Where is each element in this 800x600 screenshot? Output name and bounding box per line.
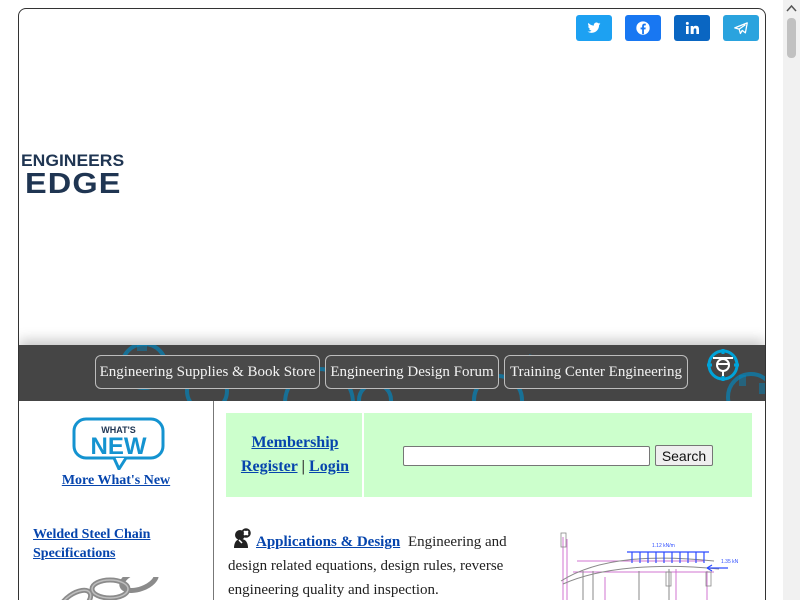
twitter-share-button[interactable] (576, 15, 612, 41)
scrollbar-thumb[interactable] (787, 18, 796, 58)
linkedin-share-button[interactable] (674, 15, 710, 41)
login-separator: | (301, 458, 306, 475)
whats-new-bottom-text: NEW (91, 433, 147, 460)
applications-design-section: Applications & Design Engineering and de… (228, 530, 534, 600)
nav-engineering-design-forum[interactable]: Engineering Design Forum (325, 355, 499, 389)
facebook-share-button[interactable] (625, 15, 661, 41)
nav-engineering-supplies-book-store[interactable]: Engineering Supplies & Book Store (95, 355, 320, 389)
nav-training-center-engineering[interactable]: Training Center Engineering (504, 355, 688, 389)
point-force-label: 1.35 kN (721, 559, 739, 565)
engineering-gear-badge-icon (707, 349, 739, 381)
search-input[interactable] (403, 445, 650, 466)
login-link[interactable]: Login (309, 458, 349, 475)
engineers-edge-logo[interactable]: ENGINEERS EDGE (21, 152, 159, 200)
welded-steel-chain-link[interactable]: Welded Steel Chain Specifications (33, 525, 183, 563)
steel-chain-image (56, 577, 159, 600)
page: ENGINEERS EDGE Engineering Supplies & Bo… (0, 0, 800, 600)
social-share-bar (576, 15, 759, 41)
membership-search-panel: Membership Register | Login Search (226, 413, 752, 497)
distributed-load-label: 1.12 kN/m (652, 543, 675, 549)
top-navigation: Engineering Supplies & Book Store Engine… (95, 355, 688, 389)
main-navigation-band: Engineering Supplies & Book Store Engine… (19, 345, 765, 401)
scroll-up-arrow-icon[interactable] (783, 0, 800, 17)
register-login-line: Register | Login (226, 458, 364, 476)
structural-load-diagram-image: 1.12 kN/m 1.35 kN (560, 532, 739, 600)
linkedin-icon (685, 21, 699, 34)
membership-link[interactable]: Membership (226, 434, 364, 452)
whats-new-badge-icon[interactable]: WHAT'S NEW (71, 416, 166, 470)
logo-line-edge: EDGE (25, 168, 122, 200)
main-content: Membership Register | Login Search Appli… (214, 401, 765, 600)
telegram-share-button[interactable] (723, 15, 759, 41)
register-link[interactable]: Register (241, 458, 298, 475)
search-form: Search (403, 445, 713, 466)
vertical-scrollbar[interactable] (783, 0, 800, 600)
search-button[interactable]: Search (655, 445, 713, 466)
membership-links: Membership Register | Login (226, 413, 364, 497)
twitter-icon (587, 22, 601, 33)
more-whats-new-link[interactable]: More What's New (19, 473, 213, 489)
site-frame: ENGINEERS EDGE Engineering Supplies & Bo… (18, 8, 766, 600)
telegram-icon (734, 21, 748, 34)
applications-design-link[interactable]: Applications & Design (256, 534, 400, 550)
facebook-icon (636, 21, 650, 35)
left-sidebar: WHAT'S NEW More What's New Welded Steel … (19, 401, 214, 600)
logo-line-engineers: ENGINEERS (21, 151, 125, 170)
